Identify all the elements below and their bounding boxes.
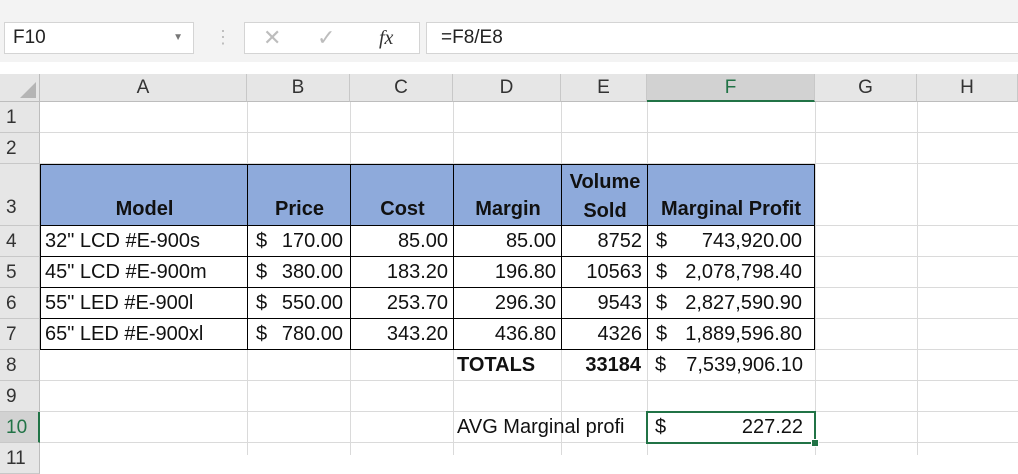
profit-cell[interactable]: $1,889,596.80: [647, 319, 815, 350]
name-box[interactable]: F10 ▼: [4, 22, 194, 54]
column-header-f[interactable]: F: [647, 74, 815, 102]
currency-symbol: $: [656, 230, 668, 252]
currency-symbol: $: [656, 261, 668, 283]
profit-value: 1,889,596.80: [685, 323, 802, 345]
name-box-value: F10: [13, 27, 46, 48]
margin-cell[interactable]: 436.80: [453, 319, 562, 350]
price-value: 780.00: [281, 323, 343, 345]
totals-profit-value: 7,539,906.10: [686, 354, 803, 376]
price-value: 380.00: [281, 261, 343, 283]
price-value: 550.00: [281, 292, 343, 314]
column-header-e[interactable]: E: [561, 74, 647, 102]
column-header-a[interactable]: A: [40, 74, 247, 102]
row-header-7[interactable]: 7: [0, 319, 40, 350]
currency-symbol: $: [256, 292, 268, 314]
price-cell[interactable]: $550.00: [247, 288, 351, 319]
header-model[interactable]: Model: [40, 164, 248, 226]
totals-profit[interactable]: $7,539,906.10: [647, 350, 815, 381]
currency-symbol: $: [656, 292, 668, 314]
cost-cell[interactable]: 343.20: [350, 319, 454, 350]
totals-label[interactable]: TOTALS: [453, 350, 561, 381]
header-marginal-profit[interactable]: Marginal Profit: [647, 164, 815, 226]
gridline: [40, 132, 1018, 133]
row-header-3[interactable]: 3: [0, 164, 40, 226]
column-header-h[interactable]: H: [917, 74, 1018, 102]
currency-symbol: $: [256, 323, 268, 345]
row-header-1[interactable]: 1: [0, 102, 40, 133]
row-header-2[interactable]: 2: [0, 133, 40, 164]
avg-label[interactable]: AVG Marginal profi: [453, 412, 647, 443]
column-header-c[interactable]: C: [350, 74, 453, 102]
header-volume-line2: Sold: [583, 200, 627, 222]
more-options-icon[interactable]: ⋮: [214, 22, 232, 52]
row-header-5[interactable]: 5: [0, 257, 40, 288]
model-cell[interactable]: 45" LCD #E-900m: [40, 257, 248, 288]
select-all-button[interactable]: [0, 74, 40, 102]
row-header-8[interactable]: 8: [0, 350, 40, 381]
profit-cell[interactable]: $2,827,590.90: [647, 288, 815, 319]
model-cell[interactable]: 32" LCD #E-900s: [40, 226, 248, 257]
volume-cell[interactable]: 9543: [561, 288, 648, 319]
header-cost[interactable]: Cost: [350, 164, 454, 226]
enter-check-icon[interactable]: ✓: [317, 23, 335, 53]
formula-bar: F10 ▼ ⋮ ✕ ✓ fx =F8/E8: [0, 14, 1018, 62]
select-all-icon: [20, 82, 36, 98]
price-value: 170.00: [281, 230, 343, 252]
cost-cell[interactable]: 183.20: [350, 257, 454, 288]
profit-value: 2,078,798.40: [685, 261, 802, 283]
formula-buttons: ✕ ✓ fx: [244, 22, 420, 54]
cost-cell[interactable]: 85.00: [350, 226, 454, 257]
insert-function-icon[interactable]: fx: [379, 23, 393, 53]
currency-symbol: $: [655, 354, 667, 376]
volume-cell[interactable]: 8752: [561, 226, 648, 257]
gridline: [917, 102, 918, 455]
margin-cell[interactable]: 196.80: [453, 257, 562, 288]
row-header-6[interactable]: 6: [0, 288, 40, 319]
model-cell[interactable]: 65" LED #E-900xl: [40, 319, 248, 350]
model-cell[interactable]: 55" LED #E-900l: [40, 288, 248, 319]
row-header-11[interactable]: 11: [0, 443, 40, 474]
cost-cell[interactable]: 253.70: [350, 288, 454, 319]
row-header-9[interactable]: 9: [0, 381, 40, 412]
row-header-4[interactable]: 4: [0, 226, 40, 257]
column-header-d[interactable]: D: [453, 74, 561, 102]
active-cell-selection[interactable]: [646, 411, 816, 444]
totals-volume[interactable]: 33184: [561, 350, 647, 381]
column-header-g[interactable]: G: [815, 74, 917, 102]
header-volume-sold[interactable]: Volume Sold: [561, 164, 648, 226]
gridline: [815, 102, 816, 455]
currency-symbol: $: [656, 323, 668, 345]
header-volume-line1: Volume: [569, 171, 641, 193]
header-price[interactable]: Price: [247, 164, 351, 226]
profit-cell[interactable]: $2,078,798.40: [647, 257, 815, 288]
spreadsheet-grid[interactable]: A B C D E F G H 1 2 3 4 5 6 7 8 9 10 11 …: [0, 74, 1018, 474]
price-cell[interactable]: $380.00: [247, 257, 351, 288]
price-cell[interactable]: $780.00: [247, 319, 351, 350]
row-header-10[interactable]: 10: [0, 412, 40, 443]
cancel-icon[interactable]: ✕: [263, 23, 281, 53]
price-cell[interactable]: $170.00: [247, 226, 351, 257]
currency-symbol: $: [256, 230, 268, 252]
header-margin[interactable]: Margin: [453, 164, 562, 226]
volume-cell[interactable]: 4326: [561, 319, 648, 350]
profit-value: 2,827,590.90: [685, 292, 802, 314]
chevron-down-icon[interactable]: ▼: [173, 23, 183, 53]
ribbon-edge: [0, 0, 1018, 14]
column-header-b[interactable]: B: [247, 74, 350, 102]
margin-cell[interactable]: 296.30: [453, 288, 562, 319]
margin-cell[interactable]: 85.00: [453, 226, 562, 257]
profit-cell[interactable]: $743,920.00: [647, 226, 815, 257]
currency-symbol: $: [256, 261, 268, 283]
formula-input[interactable]: =F8/E8: [426, 22, 1018, 54]
fill-handle[interactable]: [811, 439, 819, 447]
profit-value: 743,920.00: [701, 230, 802, 252]
volume-cell[interactable]: 10563: [561, 257, 648, 288]
